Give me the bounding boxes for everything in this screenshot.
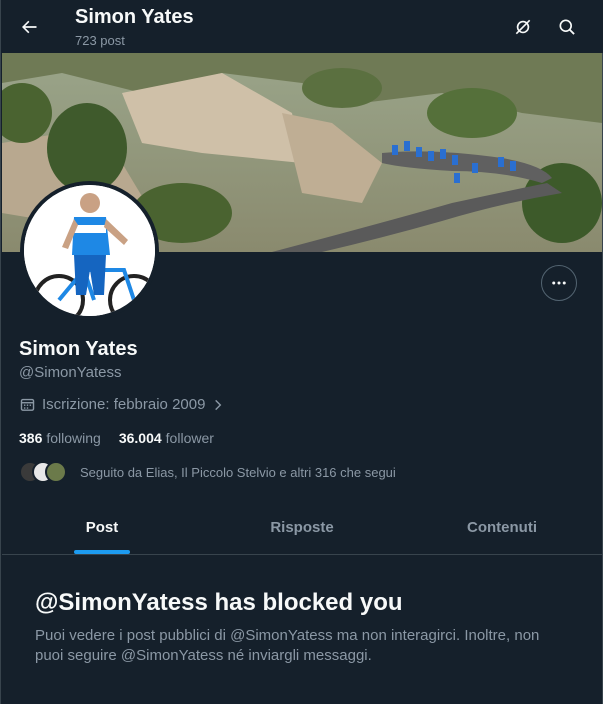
grok-icon: [515, 19, 531, 35]
more-dots-icon: [552, 281, 566, 285]
tab-risposte[interactable]: Risposte: [202, 500, 402, 554]
avatar-photo: [24, 185, 155, 316]
following-count: 386: [19, 430, 43, 446]
followed-by-text: Seguito da Elias, Il Piccolo Stelvio e a…: [80, 464, 396, 480]
avatar: [45, 461, 67, 483]
tab-label: Risposte: [270, 518, 334, 536]
join-date-text: Iscrizione: febbraio 2009: [42, 396, 206, 413]
post-count: 723 post: [75, 33, 125, 48]
tab-label: Post: [85, 518, 119, 536]
tab-contenuti[interactable]: Contenuti: [402, 500, 602, 554]
blocked-title: @SimonYatess has blocked you: [35, 589, 403, 616]
followed-by-link[interactable]: Seguito da Elias, Il Piccolo Stelvio e a…: [19, 461, 396, 483]
join-date[interactable]: Iscrizione: febbraio 2009: [19, 396, 225, 413]
calendar-icon: [20, 398, 35, 411]
active-tab-indicator: [74, 550, 130, 554]
follow-counts: 386 following 36.004 follower: [19, 430, 214, 446]
top-bar: Simon Yates 723 post: [1, 0, 603, 53]
search-button[interactable]: [549, 9, 585, 45]
profile-page: Simon Yates 723 post Simon Yates @SimonY…: [0, 0, 603, 704]
profile-avatar[interactable]: [20, 181, 159, 320]
profile-name: Simon Yates: [19, 338, 138, 360]
back-button[interactable]: [11, 9, 47, 45]
blocked-message: Puoi vedere i post pubblici di @SimonYat…: [35, 627, 540, 664]
search-icon: [559, 19, 575, 35]
followers-count: 36.004: [118, 430, 162, 446]
following-link[interactable]: 386 following: [19, 430, 101, 446]
page-title: Simon Yates: [75, 6, 194, 28]
tab-post[interactable]: Post: [2, 500, 202, 554]
profile-tabs: Post Risposte Contenuti: [2, 500, 602, 555]
followers-link[interactable]: 36.004 follower: [119, 430, 214, 446]
following-label: following: [46, 430, 101, 446]
chevron-right-icon: [215, 399, 222, 410]
back-arrow-icon: [22, 20, 37, 34]
grok-button[interactable]: [505, 9, 541, 45]
tab-label: Contenuti: [467, 518, 537, 536]
more-options-button[interactable]: [541, 265, 577, 301]
profile-handle: @SimonYatess: [19, 364, 122, 381]
followers-label: follower: [165, 430, 214, 446]
